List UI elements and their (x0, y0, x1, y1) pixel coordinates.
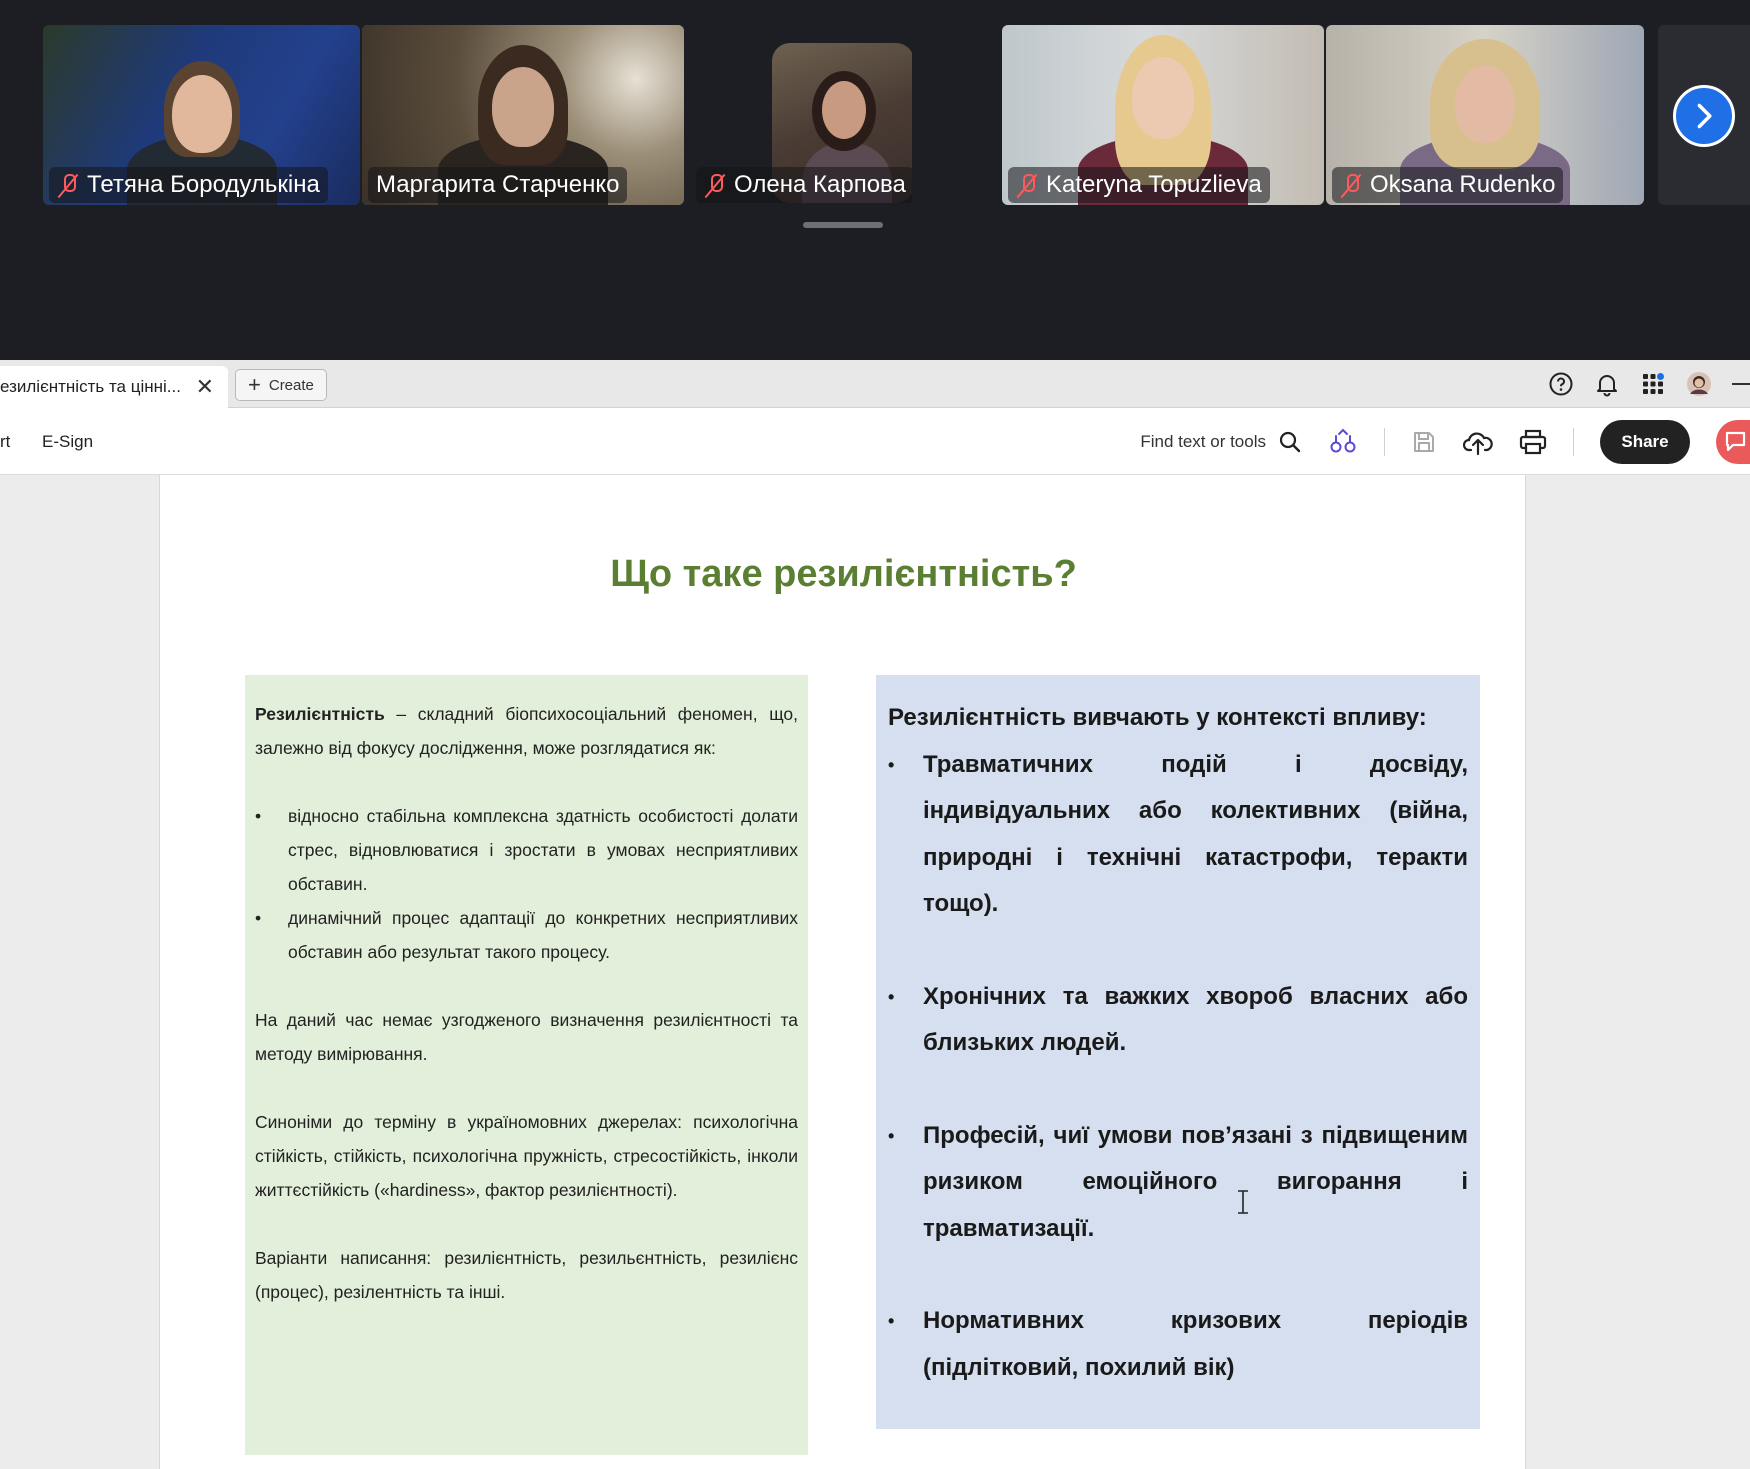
save-icon[interactable] (1411, 429, 1437, 455)
context-lead: Резилієнтність вивчають у контексті впли… (888, 704, 1427, 731)
participant-name-tag: Oksana Rudenko (1332, 167, 1564, 203)
definition-box: Резилієнтність – складний біопсихосоціал… (245, 675, 808, 1455)
list-item: динамічний процес адаптації до конкретни… (255, 901, 798, 969)
chevron-right-icon (1697, 103, 1712, 129)
toolbar-separator (1573, 427, 1574, 456)
pdf-viewer-window: езилієнтність та цінні... ✕ + Create rt … (0, 360, 1750, 1469)
help-icon[interactable] (1548, 371, 1574, 397)
plus-icon: + (248, 372, 261, 397)
search-icon (1279, 431, 1301, 452)
bell-icon[interactable] (1594, 371, 1620, 397)
document-canvas[interactable]: Що таке резилієнтність? Резилієнтність –… (0, 475, 1750, 1469)
participant-tile-active-speaker[interactable]: Маргарита Старченко (362, 25, 684, 205)
participant-tile[interactable]: Олена Карпова (690, 25, 912, 205)
participant-tile[interactable]: Тетяна Бородулькіна (43, 25, 360, 205)
ai-chat-button[interactable] (1716, 419, 1750, 464)
document-tab[interactable]: езилієнтність та цінні... ✕ (0, 366, 228, 408)
slide-title: Що таке резилієнтність? (610, 553, 1077, 595)
mic-muted-icon (1340, 172, 1362, 198)
participant-name: Маргарита Старченко (376, 171, 620, 198)
profile-avatar[interactable] (1686, 371, 1712, 397)
participant-name-tag: Маргарита Старченко (368, 167, 628, 203)
participant-name-tag: Тетяна Бородулькіна (49, 167, 328, 203)
next-participants-button[interactable] (1673, 85, 1735, 147)
document-tab-title: езилієнтність та цінні... (0, 377, 181, 396)
ai-assistant-icon[interactable] (1328, 427, 1358, 457)
tab-bar: езилієнтність та цінні... ✕ + Create (0, 360, 1750, 408)
paragraph-synonyms: Синоніми до терміну в україномовних джер… (255, 1112, 798, 1200)
list-item: відносно стабільна комплексна здатність … (255, 799, 798, 901)
mic-muted-icon (1016, 172, 1038, 198)
print-icon[interactable] (1519, 429, 1547, 455)
text-cursor-icon (1238, 1190, 1248, 1214)
toolbar-separator (1384, 427, 1385, 456)
paragraph-no-definition: На даний час немає узгодженого визначенн… (255, 1010, 798, 1064)
participant-name: Oksana Rudenko (1370, 171, 1556, 198)
strip-drag-handle[interactable] (803, 222, 883, 228)
term-bold: Резилієнтність (255, 704, 385, 724)
list-item: Професій, чиї умови пов’язані з підвищен… (888, 1113, 1468, 1253)
window-minimize-icon[interactable] (1732, 383, 1750, 385)
participant-name: Олена Карпова (734, 171, 906, 198)
list-item: Травматичних подій і досвіду, індивідуал… (888, 742, 1468, 928)
definition-list: відносно стабільна комплексна здатність … (255, 799, 798, 969)
toolbar-item-partial[interactable]: rt (0, 432, 10, 452)
video-participants-strip: Тетяна Бородулькіна Маргарита Старченко … (0, 0, 1750, 360)
paragraph-spelling-variants: Варіанти написання: резилієнтність, рези… (255, 1248, 798, 1302)
tabbar-icons (1548, 368, 1750, 400)
cloud-upload-icon[interactable] (1463, 428, 1493, 456)
main-toolbar: rt E-Sign Find text or tools Share (0, 408, 1750, 475)
participant-tile[interactable]: Kateryna Topuzlieva (1002, 25, 1324, 205)
participant-name: Kateryna Topuzlieva (1046, 171, 1262, 198)
participant-tile[interactable]: Oksana Rudenko (1326, 25, 1644, 205)
list-item: Хронічних та важких хвороб власних або б… (888, 974, 1468, 1067)
list-item: Нормативних кризових періодів (підлітков… (888, 1298, 1468, 1391)
share-button[interactable]: Share (1600, 419, 1690, 464)
apps-grid-icon[interactable] (1640, 371, 1666, 397)
find-text-tools-label: Find text or tools (1140, 431, 1266, 451)
context-list: Травматичних подій і досвіду, індивідуал… (888, 742, 1468, 1392)
definition-intro: Резилієнтність – складний біопсихосоціал… (255, 697, 798, 765)
mic-muted-icon (704, 172, 726, 198)
context-box: Резилієнтність вивчають у контексті впли… (876, 675, 1480, 1429)
close-tab-icon[interactable]: ✕ (196, 374, 214, 400)
share-button-label: Share (1621, 431, 1669, 451)
participant-name-tag: Kateryna Topuzlieva (1008, 167, 1270, 203)
pdf-page: Що таке резилієнтність? Резилієнтність –… (159, 475, 1526, 1469)
chat-icon (1725, 431, 1746, 451)
mic-muted-icon (57, 172, 79, 198)
create-button-label: Create (268, 376, 314, 394)
esign-menu[interactable]: E-Sign (42, 432, 93, 452)
find-text-tools-search[interactable]: Find text or tools (1140, 430, 1302, 454)
create-button[interactable]: + Create (235, 369, 327, 401)
participant-name-tag: Олена Карпова (696, 167, 912, 203)
participant-name: Тетяна Бородулькіна (87, 171, 320, 198)
